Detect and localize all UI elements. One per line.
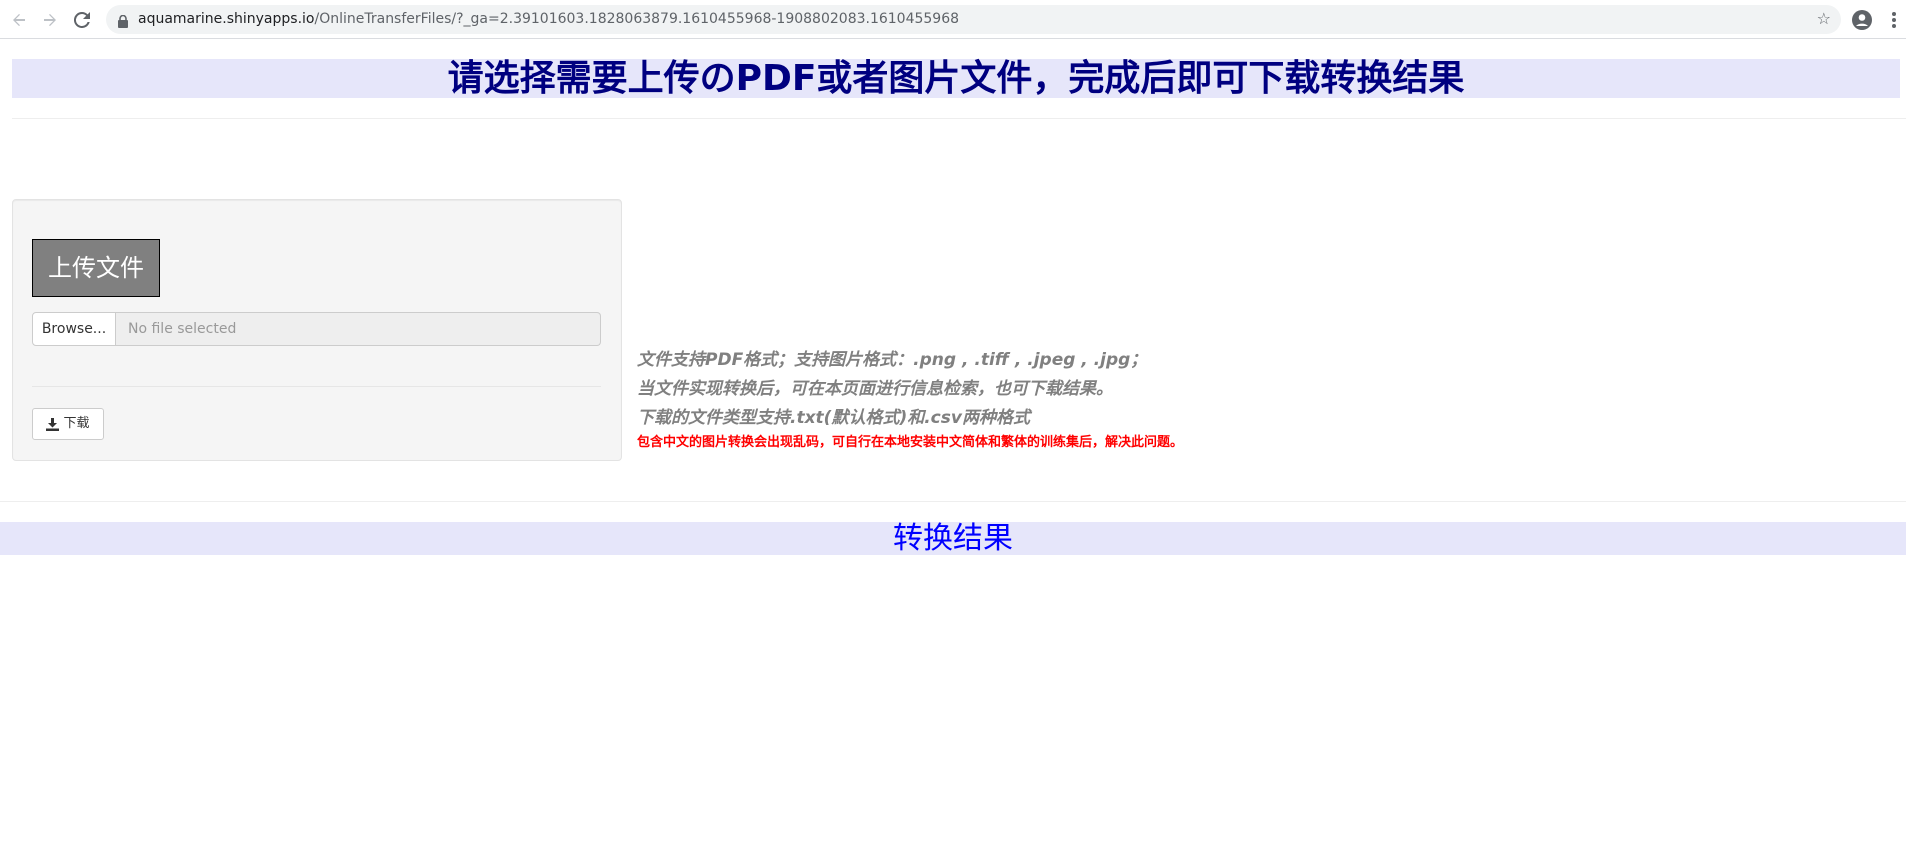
download-icon (46, 417, 60, 431)
url-host: aquamarine.shinyapps.io (138, 11, 315, 27)
kebab-menu-icon (1892, 12, 1896, 28)
divider-top (12, 118, 1906, 119)
browse-button[interactable]: Browse... (32, 312, 116, 346)
arrow-left-icon (13, 14, 25, 26)
divider-middle (0, 501, 1906, 502)
info-warning: 包含中文的图片转换会出现乱码，可自行在本地安装中文简体和繁体的训练集后，解决此问… (637, 435, 1184, 450)
forward-button[interactable] (38, 8, 62, 32)
page-title: 请选择需要上传のPDF或者图片文件，完成后即可下载转换结果 (12, 59, 1900, 98)
file-name-field[interactable]: No file selected (116, 312, 601, 346)
info-section: 文件支持PDF格式；支持图片格式：.png , .tiff , .jpeg , … (637, 346, 1537, 453)
menu-button[interactable] (1882, 8, 1906, 32)
url-path: /OnlineTransferFiles/?_ga=2.39101603.182… (314, 11, 960, 27)
reload-icon (74, 12, 90, 28)
info-line-download-types: 下载的文件类型支持.txt(默认格式)和.csv两种格式 (637, 408, 1030, 428)
address-bar[interactable]: aquamarine.shinyapps.io/OnlineTransferFi… (106, 5, 1841, 34)
reload-button[interactable] (70, 8, 94, 32)
panel-divider (32, 386, 601, 387)
star-icon[interactable]: ☆ (1817, 11, 1831, 27)
info-line-search: 当文件实现转换后，可在本页面进行信息检索，也可下载结果。 (637, 379, 1113, 399)
upload-panel: 上传文件 Browse... No file selected 下载 (12, 199, 622, 461)
info-line-formats: 文件支持PDF格式；支持图片格式：.png , .tiff , .jpeg , … (637, 350, 1148, 370)
browser-toolbar: aquamarine.shinyapps.io/OnlineTransferFi… (0, 0, 1906, 39)
arrow-right-icon (44, 14, 56, 26)
file-input-group[interactable]: Browse... No file selected (32, 312, 601, 346)
lock-icon (118, 13, 128, 32)
account-button[interactable] (1850, 8, 1874, 32)
url-text: aquamarine.shinyapps.io/OnlineTransferFi… (138, 11, 959, 27)
account-icon (1852, 10, 1872, 30)
back-button[interactable] (7, 8, 31, 32)
upload-label: 上传文件 (32, 239, 160, 297)
result-title: 转换结果 (0, 522, 1906, 555)
download-label: 下载 (63, 416, 90, 431)
download-button[interactable]: 下载 (32, 408, 104, 440)
